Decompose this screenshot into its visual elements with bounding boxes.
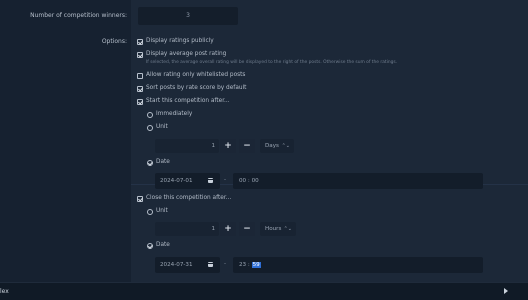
start-date-radio[interactable] (147, 160, 153, 166)
close-unit-radio[interactable] (147, 209, 153, 215)
display-ratings-checkbox[interactable] (137, 39, 143, 45)
start-unit-select[interactable]: Days ⌃⌄ (260, 139, 294, 153)
close-unit-value: Hours (265, 226, 282, 232)
whitelisted-only-label: Allow rating only whitelisted posts (146, 72, 246, 78)
close-minute-selected[interactable]: 59 (251, 262, 261, 268)
start-date-label: Date (156, 159, 170, 165)
close-amount-input[interactable]: 1 (155, 222, 219, 236)
start-increment-button[interactable]: + (220, 139, 236, 153)
display-average-hint: If selected, the average overall rating … (146, 60, 398, 65)
close-date-label: Date (156, 242, 170, 248)
start-amount-input[interactable]: 1 (155, 139, 219, 153)
sort-by-rate-label: Sort posts by rate score by default (146, 85, 247, 91)
start-time-input[interactable]: 00 : 00 (233, 173, 483, 189)
play-icon[interactable] (504, 288, 508, 294)
start-after-checkbox[interactable] (137, 99, 143, 105)
close-date-radio[interactable] (147, 243, 153, 249)
winners-input[interactable]: 3 (138, 7, 238, 25)
start-date-value: 2024-07-01 (160, 178, 193, 184)
close-time-input[interactable]: 23 : 59 (233, 257, 483, 273)
start-immediately-label: Immediately (156, 111, 193, 117)
close-unit-label: Unit (156, 208, 168, 214)
sort-by-rate-checkbox[interactable] (137, 86, 143, 92)
bottom-bar: lex (0, 282, 528, 300)
start-immediately-radio[interactable] (147, 112, 153, 118)
close-after-checkbox[interactable] (137, 196, 143, 202)
winners-label: Number of competition winners: (30, 12, 127, 19)
display-average-label: Display average post rating (146, 51, 227, 57)
close-decrement-button[interactable]: − (239, 222, 255, 236)
options-label: Options: (101, 38, 127, 45)
start-decrement-button[interactable]: − (239, 139, 255, 153)
date-time-separator: - (224, 177, 227, 183)
calendar-icon[interactable] (208, 178, 213, 183)
whitelisted-only-checkbox[interactable] (137, 73, 143, 79)
start-unit-radio[interactable] (147, 125, 153, 131)
display-ratings-label: Display ratings publicly (146, 38, 214, 44)
bottom-bar-label[interactable]: lex (0, 288, 9, 295)
start-unit-value: Days (265, 143, 279, 149)
start-minute: 00 (251, 178, 259, 184)
close-after-label: Close this competition after... (146, 195, 232, 201)
start-after-label: Start this competition after... (146, 98, 230, 104)
calendar-icon[interactable] (208, 262, 213, 267)
close-hour: 23 (239, 262, 247, 268)
display-average-checkbox[interactable] (137, 52, 143, 58)
start-hour: 00 (239, 178, 247, 184)
date-time-separator: - (224, 261, 227, 267)
close-unit-select[interactable]: Hours ⌃⌄ (260, 222, 296, 236)
start-unit-label: Unit (156, 124, 168, 130)
close-date-value: 2024-07-31 (160, 262, 193, 268)
close-increment-button[interactable]: + (220, 222, 236, 236)
chevron-updown-icon: ⌃⌄ (281, 143, 290, 149)
chevron-updown-icon: ⌃⌄ (283, 226, 292, 232)
